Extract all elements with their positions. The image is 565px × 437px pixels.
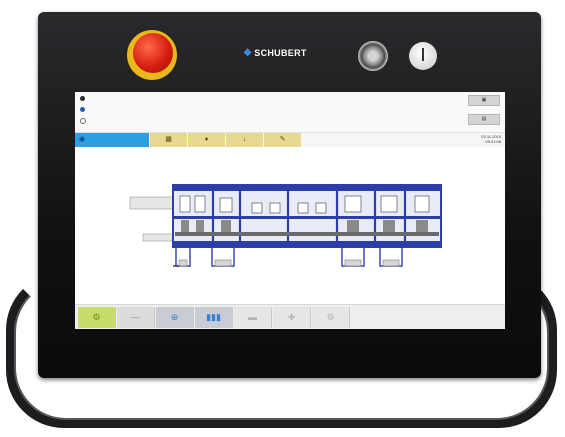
infeed-conveyor-lower [142,233,176,242]
nav-item-7[interactable]: ⚙ [312,307,350,328]
brand-name: SCHUBERT [254,48,307,58]
tab-edit[interactable]: ✎ [263,133,301,147]
nav-globe[interactable]: ⊕ [156,307,194,328]
datetime: 03.11.2015 09:41:08 [481,134,501,144]
tab-home[interactable]: ◉ [75,133,149,147]
hmi-screen: ▣ ▤ ◉ ▦ ♦ ↓ ✎ 03.11.2015 09:41:08 ⚙ — ⊕ … [75,92,505,329]
top-right-button-1[interactable]: ▣ [468,95,500,106]
schubert-chevron-icon: ❖ [243,48,253,59]
status-dot-empty-icon [80,118,86,124]
transmodule-track [175,232,439,236]
nav-item-6[interactable]: ✚ [273,307,311,328]
status-dot-dark-icon [80,96,85,101]
machine-diagram [129,184,442,267]
time-text: 09:41:08 [485,139,501,144]
status-bar: ▣ ▤ [75,92,505,133]
lower-supports [175,246,403,267]
tab-download[interactable]: ↓ [225,133,263,147]
infeed-conveyor-upper [129,196,176,210]
nav-item-5[interactable]: ▬ [234,307,272,328]
tab-alarm[interactable]: ♦ [187,133,225,147]
tab-bar: ◉ ▦ ♦ ↓ ✎ [75,133,505,147]
key-selector-switch[interactable] [358,41,388,71]
bottom-navigation: ⚙ — ⊕ ▮▮▮ ▬ ✚ ⚙ [75,304,505,329]
nav-minus[interactable]: — [117,307,155,328]
nav-machine[interactable]: ⚙ [78,307,116,328]
nav-chart[interactable]: ▮▮▮ [195,307,233,328]
status-dot-blue-icon [80,107,85,112]
emergency-stop-button[interactable] [133,33,173,73]
machine-overview [75,148,505,303]
power-indicator-mark [422,48,424,61]
brand-logo: ❖ SCHUBERT [243,48,307,59]
top-right-button-2[interactable]: ▤ [468,114,500,125]
tab-layout[interactable]: ▦ [149,133,187,147]
